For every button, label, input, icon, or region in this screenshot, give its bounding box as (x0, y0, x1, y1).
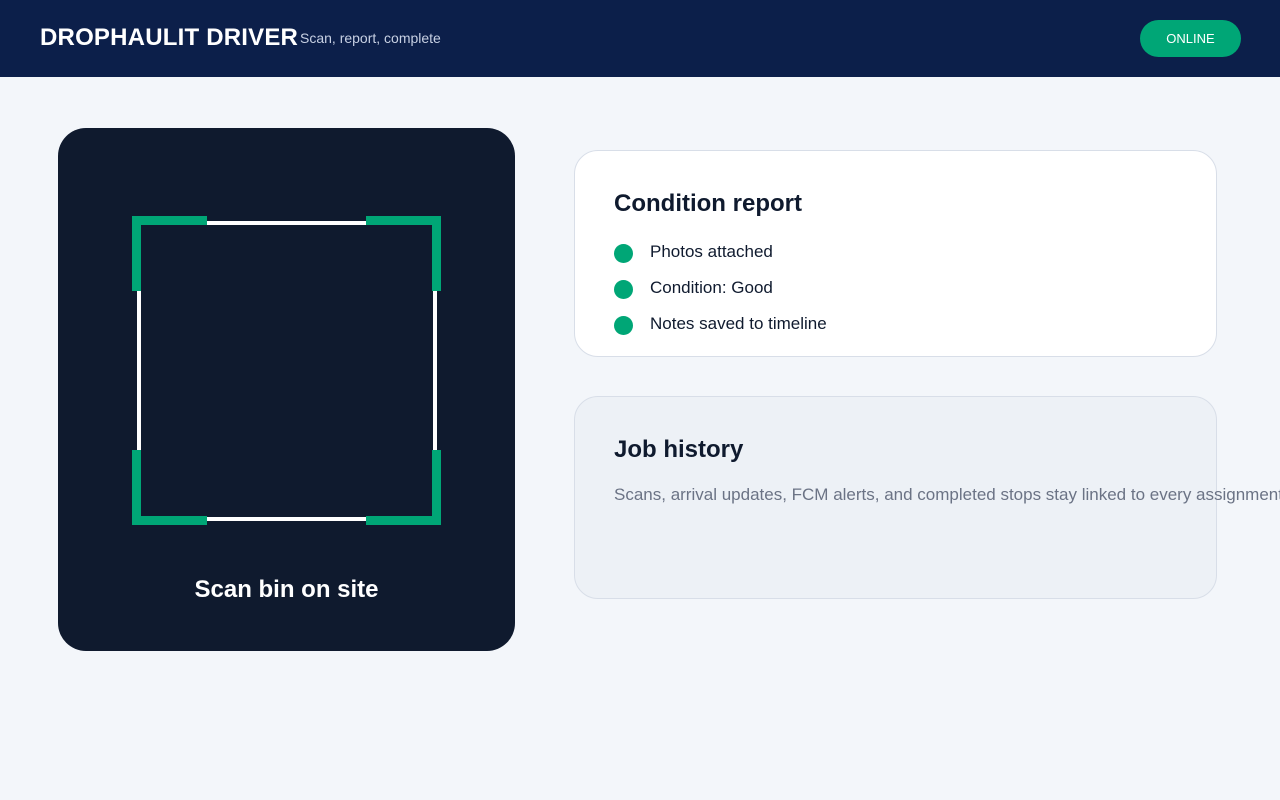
list-item: Photos attached (614, 242, 827, 278)
check-dot-icon (614, 244, 633, 263)
condition-checklist: Photos attached Condition: Good Notes sa… (614, 242, 827, 350)
job-history-card: Job history Scans, arrival updates, FCM … (574, 396, 1280, 599)
checklist-label: Condition: Good (650, 278, 773, 297)
app-tagline: Scan, report, complete (300, 30, 441, 46)
viewfinder-corner-top-left-icon (132, 216, 207, 291)
checklist-label: Notes saved to timeline (650, 314, 827, 333)
check-dot-icon (614, 280, 633, 299)
viewfinder-corner-bottom-left-icon (132, 450, 207, 525)
scan-instruction: Scan bin on site (194, 576, 379, 603)
list-item: Notes saved to timeline (614, 314, 827, 350)
checklist-label: Photos attached (650, 242, 773, 261)
check-dot-icon (614, 316, 633, 335)
condition-report-card: Condition report Photos attached Conditi… (574, 150, 1217, 357)
job-history-title: Job history (614, 436, 744, 463)
viewfinder-corner-bottom-right-icon (366, 450, 441, 525)
app-title: DROPHAULIT DRIVER (40, 24, 299, 51)
top-bar: DROPHAULIT DRIVER Scan, report, complete… (0, 0, 1280, 77)
condition-report-title: Condition report (614, 190, 802, 217)
job-history-description: Scans, arrival updates, FCM alerts, and … (614, 485, 1280, 504)
viewfinder-corner-top-right-icon (366, 216, 441, 291)
list-item: Condition: Good (614, 278, 827, 314)
online-status-button[interactable]: ONLINE (1140, 20, 1241, 57)
scan-panel[interactable]: Scan bin on site (58, 128, 515, 651)
